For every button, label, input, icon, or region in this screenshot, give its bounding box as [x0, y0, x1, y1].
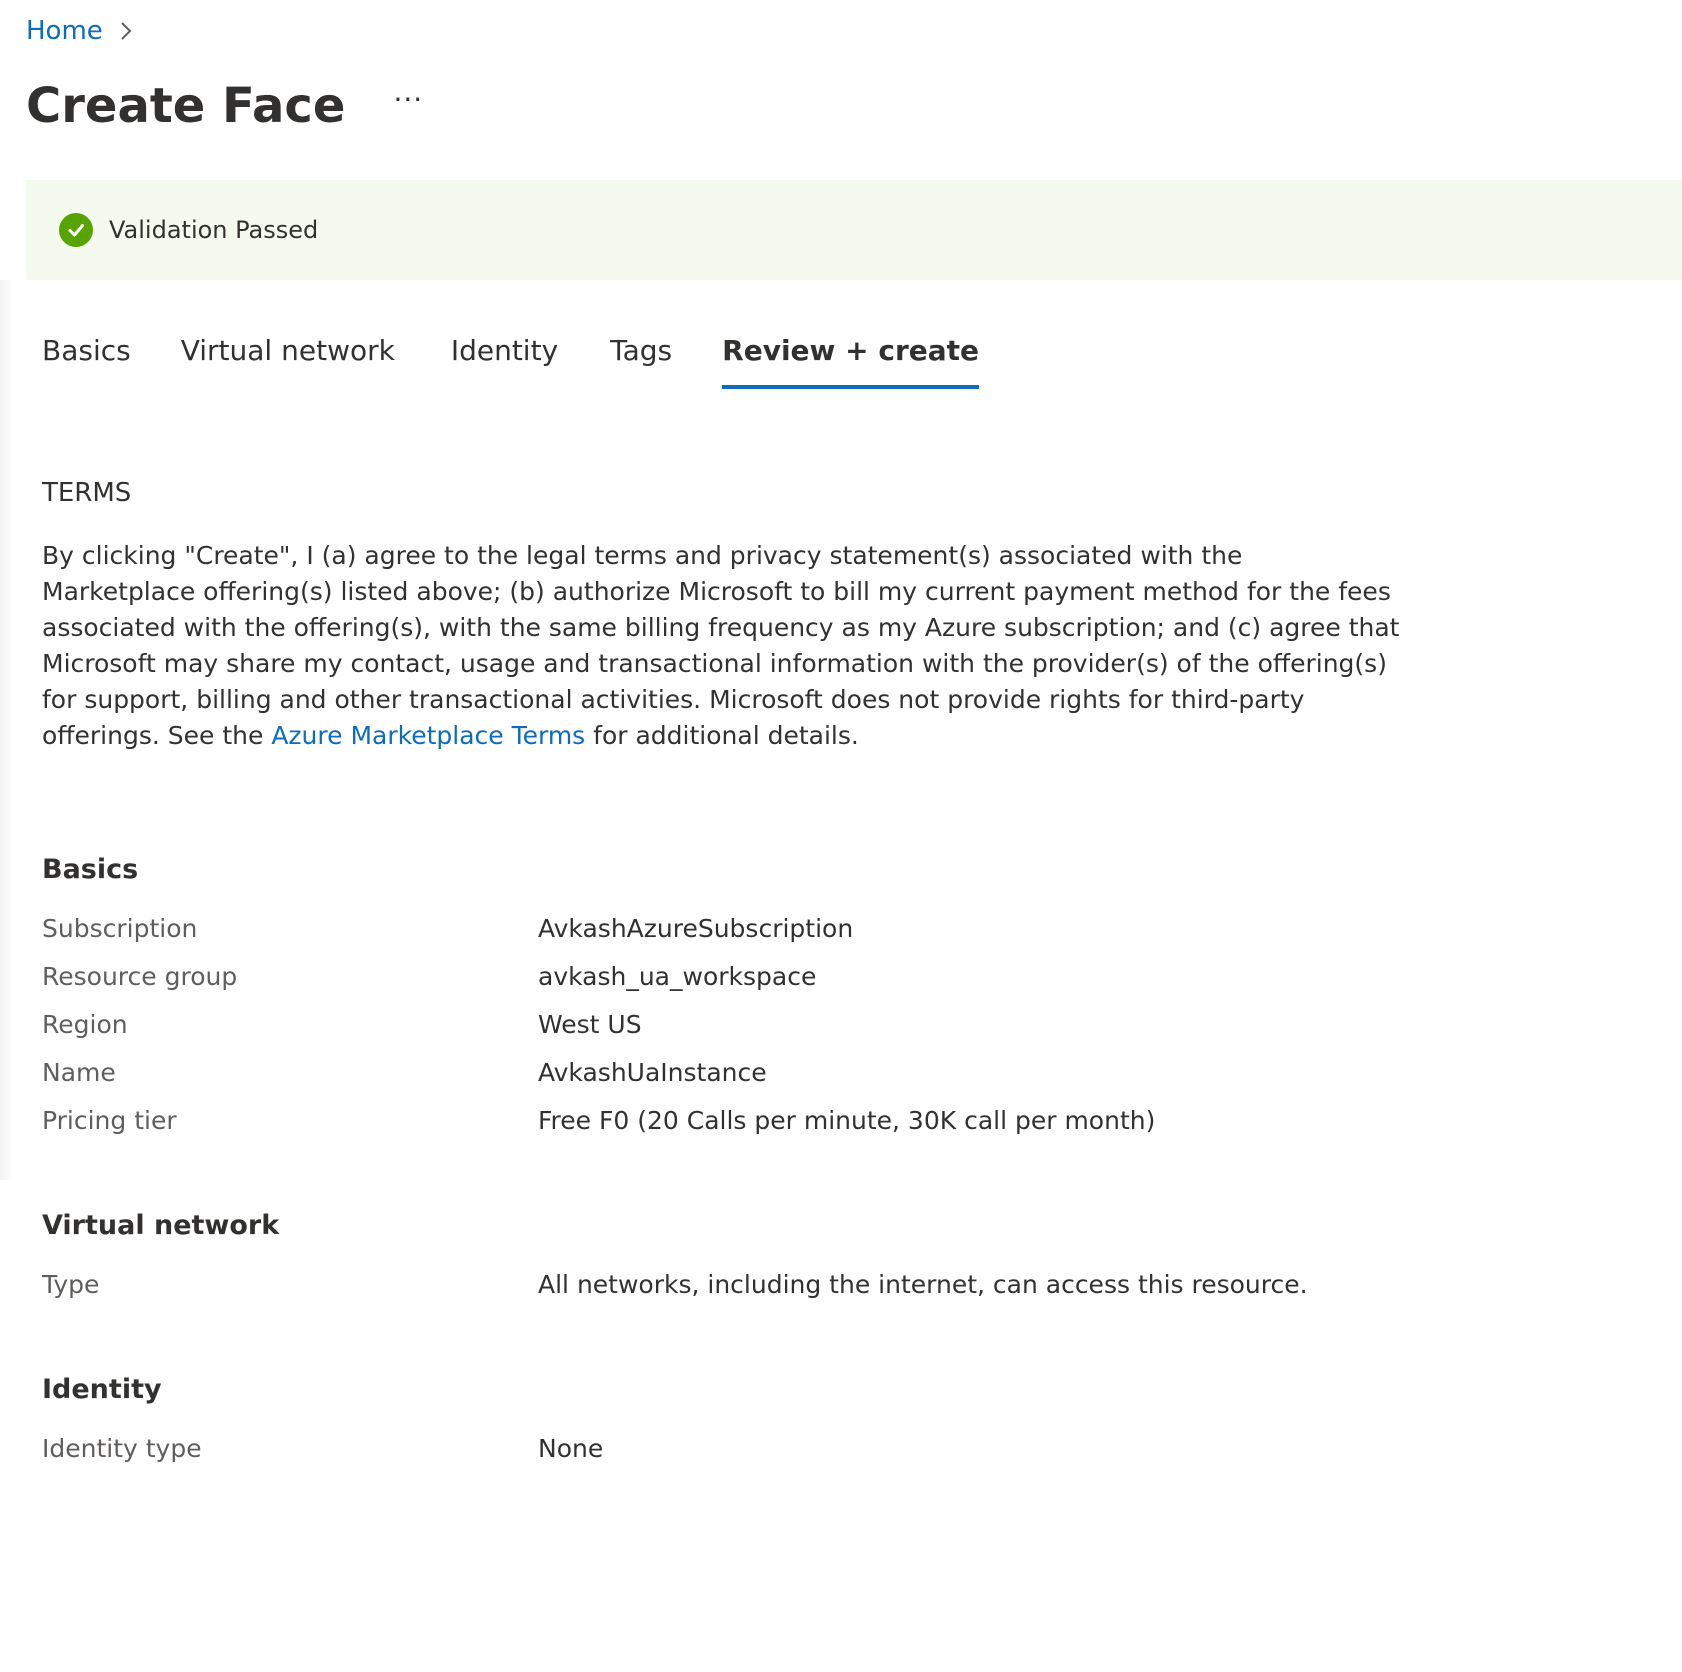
summary-row-name: Name AvkashUaInstance	[42, 1048, 1642, 1096]
row-value: None	[538, 1433, 604, 1463]
tab-bar: Basics Virtual network Identity Tags Rev…	[42, 334, 980, 389]
summary-row-resource-group: Resource group avkash_ua_workspace	[42, 952, 1642, 1000]
breadcrumb-home-link[interactable]: Home	[26, 16, 103, 46]
row-value: Free F0 (20 Calls per minute, 30K call p…	[538, 1105, 1156, 1135]
virtual-network-section: Virtual network Type All networks, inclu…	[42, 1206, 1642, 1308]
row-label: Subscription	[42, 913, 198, 943]
row-label: Pricing tier	[42, 1105, 177, 1135]
breadcrumb: Home	[26, 16, 133, 46]
tab-identity[interactable]: Identity	[451, 334, 558, 389]
section-title-basics: Basics	[42, 854, 139, 885]
terms-text-before: By clicking "Create", I (a) agree to the…	[42, 541, 1400, 750]
tab-tags[interactable]: Tags	[610, 334, 672, 389]
tab-virtual-network[interactable]: Virtual network	[181, 334, 395, 389]
summary-row-region: Region West US	[42, 1000, 1642, 1048]
check-circle-icon	[59, 213, 93, 247]
summary-row-identity-type: Identity type None	[42, 1424, 1642, 1472]
basics-section: Basics Subscription AvkashAzureSubscript…	[42, 850, 1642, 1144]
row-label: Type	[42, 1269, 100, 1299]
validation-banner: Validation Passed	[26, 180, 1682, 280]
tab-review-create[interactable]: Review + create	[722, 334, 980, 389]
summary-row-subscription: Subscription AvkashAzureSubscription	[42, 904, 1642, 952]
row-value: AvkashAzureSubscription	[538, 913, 854, 943]
row-label: Identity type	[42, 1433, 202, 1463]
terms-text-after: for additional details.	[585, 721, 859, 750]
row-label: Name	[42, 1057, 116, 1087]
azure-marketplace-terms-link[interactable]: Azure Marketplace Terms	[271, 721, 585, 750]
summary-row-network-type: Type All networks, including the interne…	[42, 1260, 1642, 1308]
page-title: Create Face	[26, 78, 346, 134]
chevron-right-icon	[119, 20, 133, 42]
section-title-identity: Identity	[42, 1374, 162, 1405]
row-value: West US	[538, 1009, 642, 1039]
row-label: Resource group	[42, 961, 238, 991]
row-value: All networks, including the internet, ca…	[538, 1269, 1308, 1299]
row-label: Region	[42, 1009, 128, 1039]
identity-section: Identity Identity type None	[42, 1370, 1642, 1472]
row-value: AvkashUaInstance	[538, 1057, 767, 1087]
title-row: Create Face ···	[26, 64, 423, 148]
create-face-page: Home Create Face ··· Validation Passed B…	[0, 0, 1682, 1672]
section-title-virtual-network: Virtual network	[42, 1210, 280, 1241]
summary-row-pricing-tier: Pricing tier Free F0 (20 Calls per minut…	[42, 1096, 1642, 1144]
tab-basics[interactable]: Basics	[42, 334, 131, 389]
left-edge-shadow	[0, 280, 14, 1180]
more-ellipsis-icon[interactable]: ···	[393, 64, 423, 148]
terms-heading: TERMS	[42, 478, 132, 508]
row-value: avkash_ua_workspace	[538, 961, 817, 991]
terms-text: By clicking "Create", I (a) agree to the…	[42, 538, 1402, 754]
validation-status-text: Validation Passed	[109, 216, 319, 244]
